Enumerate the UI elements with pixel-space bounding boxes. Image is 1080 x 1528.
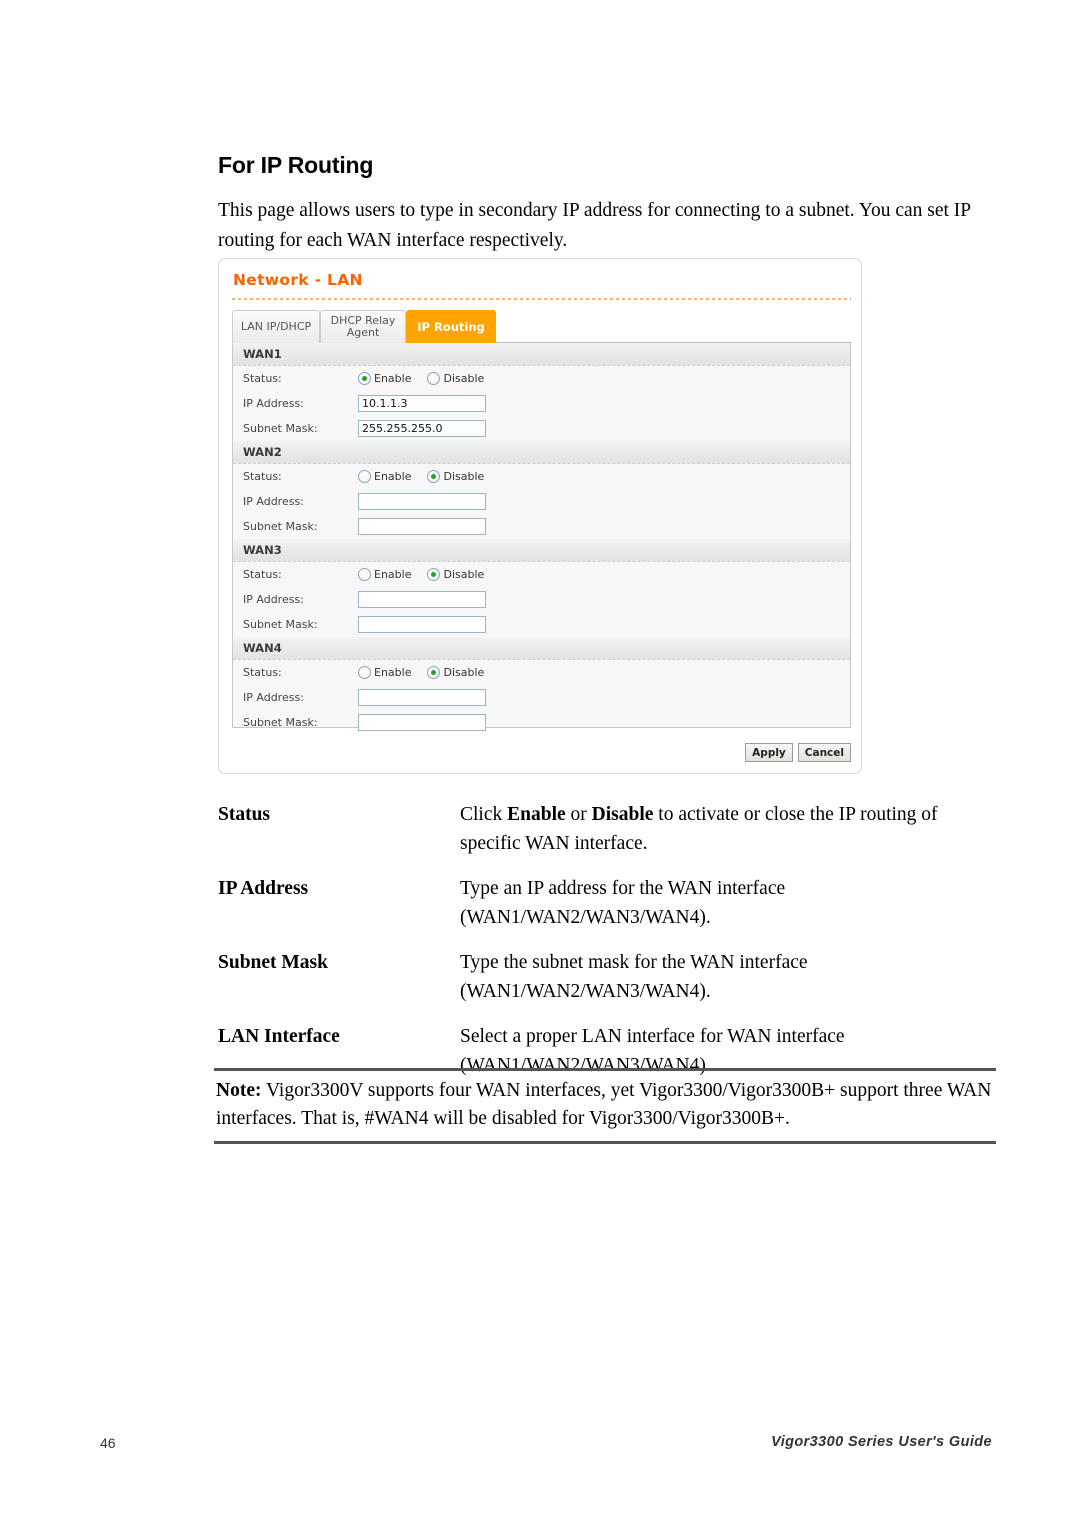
row-subnet-mask-wan1: Subnet Mask:: [233, 416, 850, 441]
row-subnet-mask-wan4: Subnet Mask:: [233, 710, 850, 735]
input-subnet-mask-wan1[interactable]: [358, 420, 486, 437]
label-ip-address-wan2: IP Address:: [243, 495, 304, 508]
page-title: For IP Routing: [218, 152, 374, 178]
label-ip-address-wan1: IP Address:: [243, 397, 304, 410]
ip-routing-form: WAN1 Status: Enable Disable IP Address: …: [232, 343, 851, 731]
label-status-wan1: Status:: [243, 372, 282, 385]
row-status-wan1: Status: Enable Disable: [233, 366, 850, 391]
input-ip-address-wan4[interactable]: [358, 689, 486, 706]
definition-description: Type the subnet mask for the WAN interfa…: [460, 952, 808, 1002]
radio-dot-icon: [358, 372, 371, 385]
note-text: Vigor3300V supports four WAN interfaces,…: [216, 1080, 992, 1129]
row-status-wan4: Status: Enable Disable: [233, 660, 850, 685]
row-status-wan3: Status: Enable Disable: [233, 562, 850, 587]
row-subnet-mask-wan3: Subnet Mask:: [233, 612, 850, 637]
tab-lan-ip-dhcp[interactable]: LAN IP/DHCP: [232, 310, 320, 343]
intro-paragraph: This page allows users to type in second…: [218, 200, 971, 251]
radio-dot-icon: [427, 372, 441, 385]
radio-enable-label-wan3: Enable: [374, 568, 412, 581]
row-ip-address-wan3: IP Address:: [233, 587, 850, 612]
definition-term: Status: [218, 804, 271, 825]
radio-dot-icon: [427, 470, 441, 483]
definition-term: IP Address: [218, 878, 309, 899]
radio-dot-icon: [427, 666, 441, 679]
radio-dot-icon: [358, 666, 371, 679]
tab-bar: LAN IP/DHCP DHCP Relay Agent IP Routing: [232, 310, 851, 343]
definition-description: Click Enable or Disable to activate or c…: [460, 804, 938, 854]
label-status-wan3: Status:: [243, 568, 282, 581]
tab-ip-routing[interactable]: IP Routing: [406, 310, 496, 343]
radio-enable-wan2[interactable]: Enable: [358, 470, 411, 483]
radio-dot-icon: [358, 568, 371, 581]
radio-group-status-wan1: Enable Disable: [358, 372, 500, 385]
field-definition-list: Status Click Enable or Disable to activa…: [218, 800, 990, 1096]
label-subnet-mask-wan4: Subnet Mask:: [243, 716, 318, 729]
radio-group-status-wan3: Enable Disable: [358, 568, 500, 581]
row-ip-address-wan2: IP Address:: [233, 489, 850, 514]
radio-disable-label-wan3: Disable: [443, 568, 485, 581]
input-ip-address-wan1[interactable]: [358, 395, 486, 412]
radio-enable-label-wan1: Enable: [374, 372, 412, 385]
section-header-wan4: WAN4: [233, 637, 850, 660]
radio-enable-wan4[interactable]: Enable: [358, 666, 411, 679]
row-ip-address-wan1: IP Address:: [233, 391, 850, 416]
router-panel-title: Network - LAN: [233, 271, 363, 289]
radio-disable-label-wan4: Disable: [443, 666, 485, 679]
radio-disable-label-wan1: Disable: [443, 372, 485, 385]
radio-disable-wan4[interactable]: Disable: [427, 666, 484, 679]
row-ip-address-wan4: IP Address:: [233, 685, 850, 710]
radio-group-status-wan2: Enable Disable: [358, 470, 500, 483]
cancel-button[interactable]: Cancel: [797, 743, 851, 762]
definition-term: Subnet Mask: [218, 952, 328, 973]
row-subnet-mask-wan2: Subnet Mask:: [233, 514, 850, 539]
radio-enable-label-wan4: Enable: [374, 666, 412, 679]
section-header-wan1: WAN1: [233, 343, 850, 366]
guide-title-footer: Vigor3300 Series User's Guide: [771, 1434, 992, 1450]
label-ip-address-wan3: IP Address:: [243, 593, 304, 606]
label-ip-address-wan4: IP Address:: [243, 691, 304, 704]
radio-enable-wan3[interactable]: Enable: [358, 568, 411, 581]
radio-group-status-wan4: Enable Disable: [358, 666, 500, 679]
label-status-wan4: Status:: [243, 666, 282, 679]
section-header-wan3: WAN3: [233, 539, 850, 562]
definition-item: IP Address Type an IP address for the WA…: [218, 874, 990, 932]
router-ui-screenshot: Network - LAN LAN IP/DHCP DHCP Relay Age…: [218, 258, 862, 774]
definition-item: Subnet Mask Type the subnet mask for the…: [218, 948, 990, 1006]
radio-disable-wan3[interactable]: Disable: [427, 568, 484, 581]
input-subnet-mask-wan3[interactable]: [358, 616, 486, 633]
input-subnet-mask-wan4[interactable]: [358, 714, 486, 731]
radio-enable-label-wan2: Enable: [374, 470, 412, 483]
radio-disable-label-wan2: Disable: [443, 470, 485, 483]
radio-disable-wan1[interactable]: Disable: [427, 372, 484, 385]
apply-button[interactable]: Apply: [745, 743, 793, 762]
label-subnet-mask-wan1: Subnet Mask:: [243, 422, 318, 435]
label-subnet-mask-wan3: Subnet Mask:: [243, 618, 318, 631]
radio-disable-wan2[interactable]: Disable: [427, 470, 484, 483]
form-button-bar: Apply Cancel: [745, 743, 851, 762]
input-subnet-mask-wan2[interactable]: [358, 518, 486, 535]
definition-item: Status Click Enable or Disable to activa…: [218, 800, 990, 858]
radio-enable-wan1[interactable]: Enable: [358, 372, 411, 385]
input-ip-address-wan3[interactable]: [358, 591, 486, 608]
section-header-wan2: WAN2: [233, 441, 850, 464]
radio-dot-icon: [427, 568, 441, 581]
note-label: Note:: [216, 1080, 262, 1101]
tab-dhcp-relay-agent[interactable]: DHCP Relay Agent: [320, 310, 406, 343]
row-status-wan2: Status: Enable Disable: [233, 464, 850, 489]
label-subnet-mask-wan2: Subnet Mask:: [243, 520, 318, 533]
page-number: 46: [100, 1435, 116, 1451]
title-divider: [232, 298, 851, 300]
note-box: Note: Vigor3300V supports four WAN inter…: [214, 1068, 996, 1144]
input-ip-address-wan2[interactable]: [358, 493, 486, 510]
definition-description: Type an IP address for the WAN interface…: [460, 878, 786, 928]
radio-dot-icon: [358, 470, 371, 483]
label-status-wan2: Status:: [243, 470, 282, 483]
